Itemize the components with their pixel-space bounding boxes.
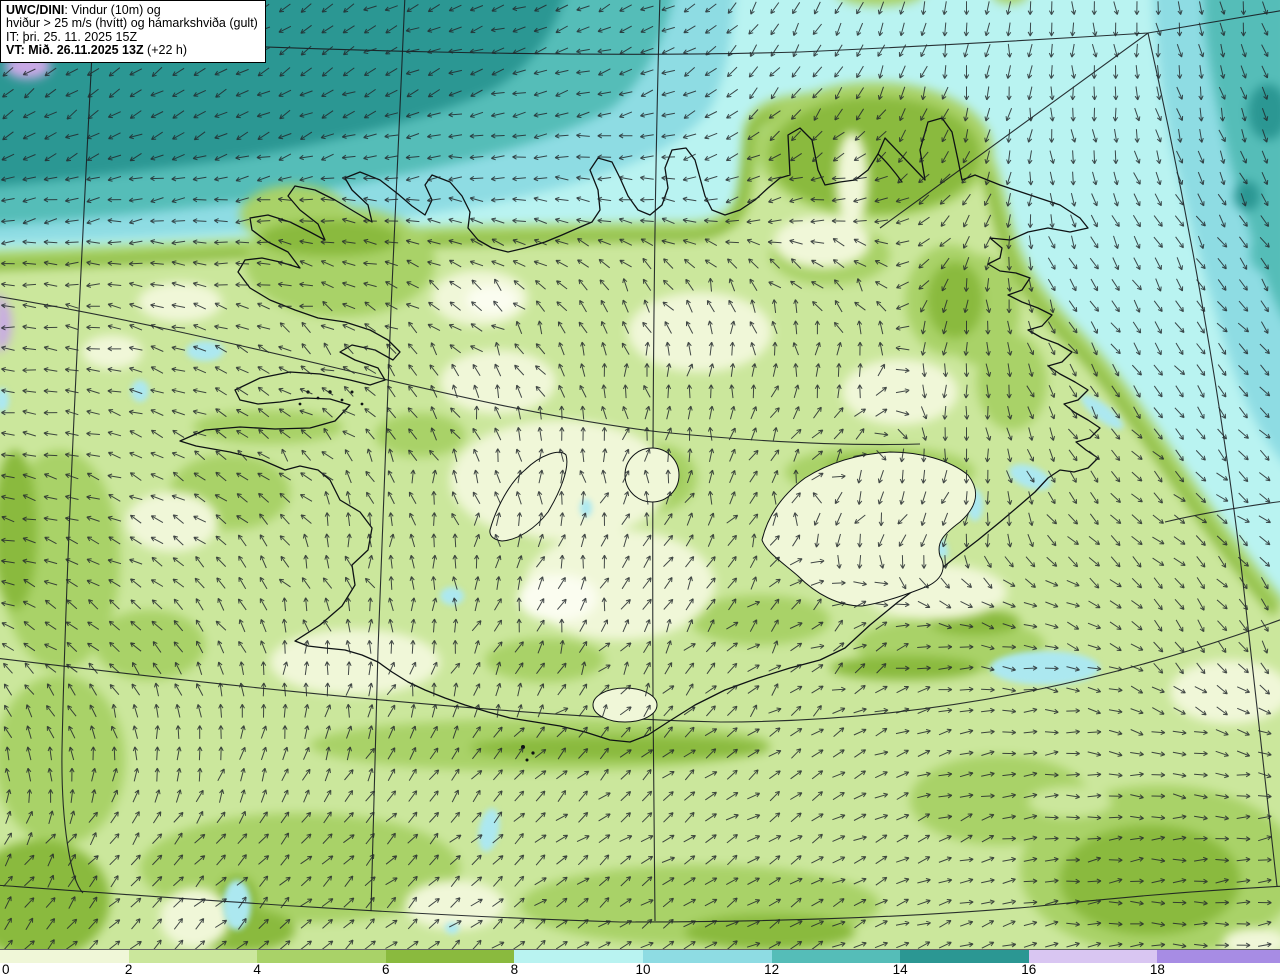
wind-speed-patch xyxy=(770,97,980,213)
wind-speed-patch xyxy=(405,880,505,930)
legend-band xyxy=(128,950,258,963)
weather-map-app: UWC/DINI: Vindur (10m) og hviður > 25 m/… xyxy=(0,0,1280,978)
legend-band xyxy=(1028,950,1158,963)
legend-band xyxy=(642,950,772,963)
info-line-model: UWC/DINI: Vindur (10m) og xyxy=(6,3,258,17)
lake xyxy=(445,922,459,934)
gust-area-patch xyxy=(466,285,518,315)
legend-tick-label: 18 xyxy=(1149,962,1165,977)
lake xyxy=(440,587,464,605)
island-dot xyxy=(298,402,302,406)
legend-tick-label: 0 xyxy=(2,962,10,977)
wind-speed-patch xyxy=(690,595,830,645)
legend-band xyxy=(900,950,1029,963)
legend-tick-label: 4 xyxy=(253,962,261,977)
map-canvas xyxy=(0,0,1280,950)
legend-band xyxy=(1157,950,1280,963)
info-line-init-time: IT: þri. 25. 11. 2025 15Z xyxy=(6,29,138,44)
wind-speed-patch xyxy=(82,335,142,369)
legend-tick-label: 2 xyxy=(124,962,133,977)
legend-band xyxy=(257,950,386,963)
gust-area-patch xyxy=(518,574,598,622)
wind-speed-patch xyxy=(0,675,125,845)
lake xyxy=(223,880,251,930)
legend-tick-label: 8 xyxy=(510,962,519,977)
island-dot xyxy=(340,398,344,402)
legend-colorbar: 0 2 4 6 8 10 12 14 16 18 xyxy=(0,949,1280,978)
legend-tick-label: 14 xyxy=(892,962,908,977)
wind-speed-patch xyxy=(193,410,343,444)
wind-speed-patch xyxy=(470,736,770,760)
legend-band xyxy=(514,950,643,963)
wind-speed-patch xyxy=(1234,181,1260,211)
legend-tick-label: 12 xyxy=(764,962,780,977)
wind-speed-patch xyxy=(685,914,855,950)
island-dot xyxy=(531,751,535,755)
legend-band xyxy=(0,950,129,963)
wind-speed-patch xyxy=(160,888,230,948)
wind-speed-patch xyxy=(95,610,205,680)
model-name: UWC/DINI xyxy=(6,3,65,17)
wind-speed-patch xyxy=(1028,786,1112,818)
wind-speed-patch xyxy=(138,282,222,322)
model-info-box: UWC/DINI: Vindur (10m) og hviður > 25 m/… xyxy=(0,0,266,63)
model-variable: : Vindur (10m) og xyxy=(64,3,161,17)
info-line-valid-time: VT: Mið. 26.11.2025 13Z (+22 h) xyxy=(6,43,258,58)
wind-speed-patch xyxy=(1060,825,1240,935)
legend-band xyxy=(385,950,515,963)
wind-speed-patch xyxy=(260,220,400,256)
legend-tick-label: 6 xyxy=(382,962,390,977)
wind-speed-patch xyxy=(375,413,465,457)
island-dot xyxy=(525,758,529,762)
info-line-legend-note: hviður > 25 m/s (hvítt) og hámarkshviða … xyxy=(6,16,258,31)
wind-speed-patch xyxy=(927,262,983,338)
legend-tick-labels: 0 2 4 6 8 10 12 14 16 18 xyxy=(0,962,1280,978)
legend-tick-label: 10 xyxy=(635,962,651,977)
island-dot xyxy=(360,402,364,406)
valid-time: VT: Mið. 26.11.2025 13Z xyxy=(6,43,144,58)
wind-speed-patch xyxy=(1250,235,1274,271)
lead-time: (+22 h) xyxy=(143,43,188,58)
legend-tick-label: 16 xyxy=(1021,962,1037,977)
island-dot xyxy=(316,396,320,400)
legend-band xyxy=(771,950,901,963)
